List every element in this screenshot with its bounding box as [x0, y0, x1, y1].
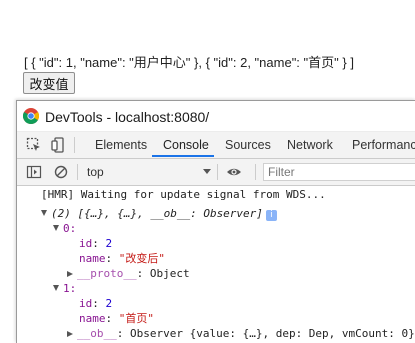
console-toolbar: top Filter [17, 159, 415, 186]
tree-index-0: 0: [63, 222, 77, 235]
devtools-titlebar: DevTools - localhost:8080/ [17, 101, 415, 132]
tree-prop-id: id: 2 [79, 237, 113, 250]
devtools-title: DevTools - localhost:8080/ [45, 109, 210, 125]
tree-node-0[interactable]: 0: [53, 222, 76, 236]
chevron-down-icon [203, 169, 211, 174]
tree-prop-name: name: "首页" [79, 312, 154, 325]
collapse-triangle-icon[interactable] [67, 331, 73, 337]
collapse-triangle-icon[interactable] [67, 271, 73, 277]
active-tab-indicator [152, 155, 214, 157]
filter-input[interactable]: Filter [263, 163, 415, 181]
toolbar-divider [255, 164, 256, 180]
expand-triangle-icon[interactable] [41, 210, 47, 216]
tab-performance[interactable]: Performance [352, 132, 415, 158]
name-value: "改变后" [118, 252, 165, 265]
ob-value: Observer {value: {…}, dep: Dep, vmCount:… [130, 327, 415, 340]
toolbar-divider [74, 137, 75, 153]
expand-triangle-icon[interactable] [53, 225, 59, 231]
change-value-button[interactable]: 改变值 [23, 72, 75, 94]
tree-index-1: 1: [63, 282, 77, 295]
name-value: "首页" [118, 312, 154, 325]
tab-elements[interactable]: Elements [95, 132, 147, 158]
tree-node-1[interactable]: 1: [53, 282, 76, 296]
clear-console-icon[interactable] [53, 164, 69, 180]
tree-prop-ob[interactable]: __ob__: Observer {value: {…}, dep: Dep, … [67, 327, 415, 341]
eye-icon[interactable] [226, 164, 242, 180]
tab-network[interactable]: Network [287, 132, 333, 158]
hmr-log-line: [HMR] Waiting for update signal from WDS… [41, 188, 326, 201]
tab-sources[interactable]: Sources [225, 132, 271, 158]
proto-value: Object [149, 267, 190, 280]
page-array-text: [ { "id": 1, "name": "用户中心" }, { "id": 2… [24, 55, 354, 70]
expand-triangle-icon[interactable] [53, 285, 59, 291]
info-icon[interactable]: i [265, 210, 277, 221]
context-selector[interactable]: top [87, 164, 211, 180]
toolbar-divider [77, 164, 78, 180]
console-output: [HMR] Waiting for update signal from WDS… [17, 186, 415, 343]
tree-prop-id: id: 2 [79, 297, 113, 310]
inspect-element-icon[interactable] [26, 137, 42, 153]
array-log-entry[interactable]: (2) [{…}, {…}, __ob__: Observer] i [41, 207, 277, 221]
id-value: 2 [105, 237, 113, 250]
tree-prop-proto[interactable]: __proto__: Object [67, 267, 190, 281]
devtools-window: DevTools - localhost:8080/ Elements Cons… [16, 100, 415, 343]
id-value: 2 [105, 297, 113, 310]
array-summary: (2) [{…}, {…}, __ob__: Observer] [51, 207, 263, 220]
device-toolbar-icon[interactable] [51, 137, 67, 153]
chrome-icon [23, 108, 39, 124]
devtools-tabbar: Elements Console Sources Network Perform… [17, 132, 415, 159]
toolbar-divider [217, 164, 218, 180]
tree-prop-name: name: "改变后" [79, 252, 165, 265]
sidebar-toggle-icon[interactable] [26, 164, 42, 180]
